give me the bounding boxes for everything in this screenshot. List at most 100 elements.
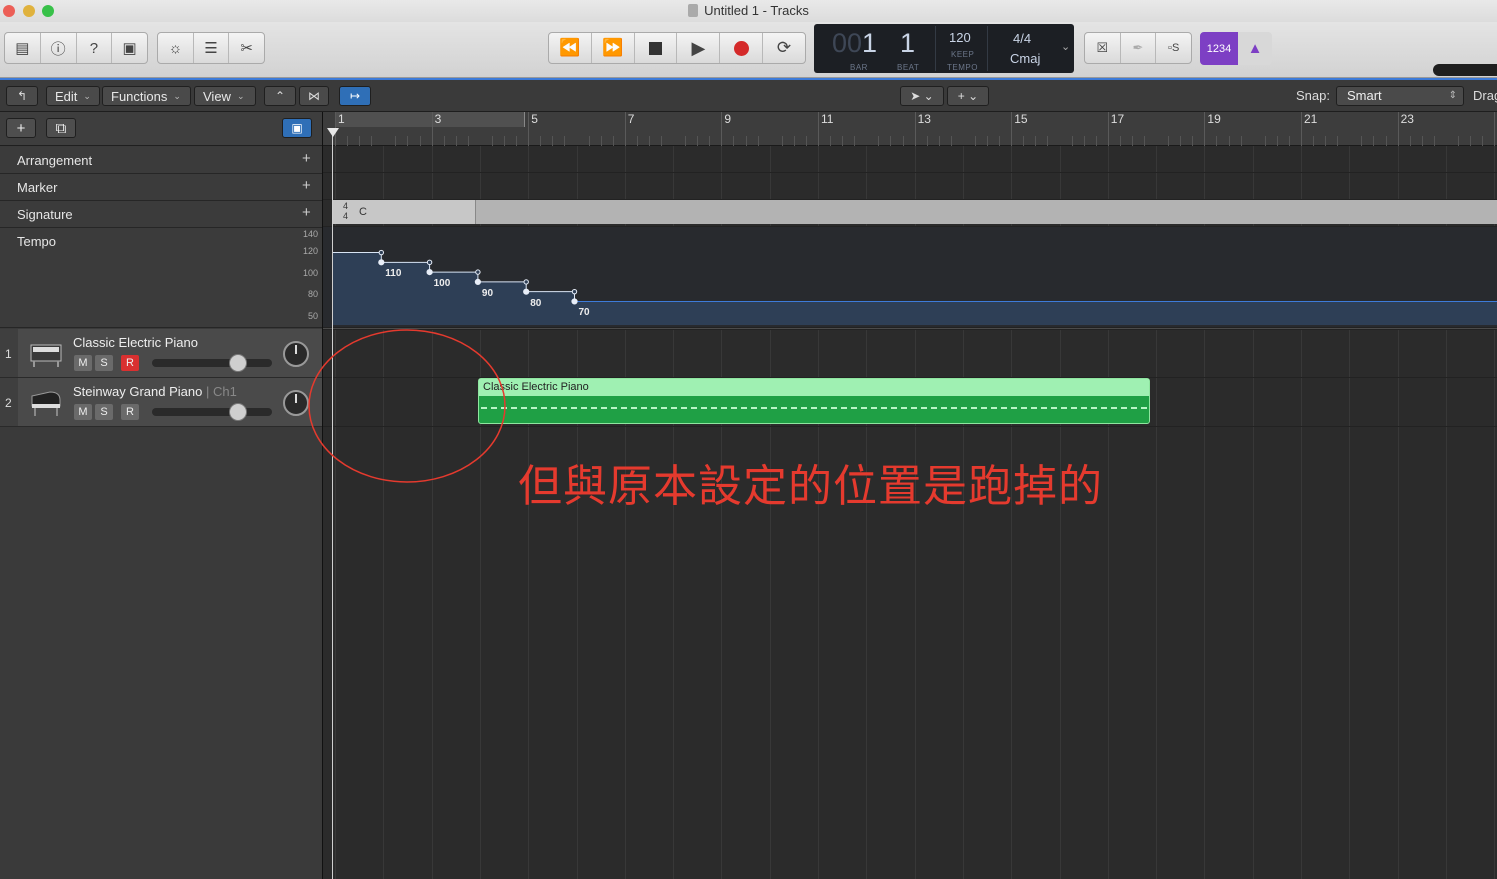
ruler-beat-tick bbox=[1131, 136, 1133, 146]
ruler-beat-tick bbox=[600, 136, 602, 146]
global-track-marker[interactable]: Marker + bbox=[0, 174, 322, 201]
ruler-bar-tick bbox=[1301, 112, 1302, 146]
ruler-beat-tick bbox=[781, 136, 783, 146]
tempo-node[interactable] bbox=[571, 288, 578, 295]
signature-bar[interactable]: 44 C bbox=[333, 200, 1497, 224]
fast-forward-icon[interactable]: ⏩ bbox=[592, 33, 635, 63]
record-enable-button[interactable]: R bbox=[121, 404, 139, 420]
flex-icon[interactable]: ⋈ bbox=[299, 86, 329, 106]
global-track-arrangement[interactable]: Arrangement + bbox=[0, 147, 322, 174]
smart-controls-icon[interactable]: ☼ bbox=[158, 33, 194, 63]
mute-button[interactable]: M bbox=[74, 355, 92, 371]
scissors-icon[interactable]: ✂ bbox=[229, 33, 264, 63]
global-tracks-button[interactable]: ▣ bbox=[282, 118, 312, 138]
ruler-beat-tick bbox=[516, 136, 518, 146]
inbox-icon[interactable]: ▣ bbox=[112, 33, 147, 63]
tracks-toolbar: ↰ Edit ⌄ Functions ⌄ View ⌄ ⌃ ⋈ ↦ ➤ ⌄ + ⌄ S… bbox=[0, 80, 1497, 112]
playhead[interactable] bbox=[332, 130, 333, 879]
mixer-icon[interactable]: ☰ bbox=[194, 33, 230, 63]
tempo-node[interactable] bbox=[523, 279, 529, 285]
solo-icon[interactable]: ▫S bbox=[1156, 33, 1191, 63]
ruler-beat-tick bbox=[407, 136, 409, 146]
count-in-metronome-group: 1234 ▲ bbox=[1200, 32, 1272, 65]
tempo-node[interactable] bbox=[523, 288, 530, 295]
lcd-dropdown-icon[interactable]: ⌄ bbox=[1061, 40, 1070, 53]
pencil-tool-icon[interactable]: + ⌄ bbox=[947, 86, 989, 106]
record-icon[interactable] bbox=[720, 33, 764, 63]
global-track-tempo[interactable]: Tempo 140 120 100 80 50 bbox=[0, 228, 322, 328]
rewind-icon[interactable]: ⏪ bbox=[549, 33, 592, 63]
tempo-node[interactable] bbox=[426, 269, 433, 276]
help-icon[interactable]: ? bbox=[77, 33, 113, 63]
catch-playhead-icon[interactable]: ↦ bbox=[339, 86, 371, 106]
track-header-2[interactable]: 2 Steinway Grand Piano | Ch1 M S R bbox=[0, 378, 322, 427]
mute-button[interactable]: M bbox=[74, 404, 92, 420]
cycle-icon[interactable]: ⟳ bbox=[763, 33, 805, 63]
play-icon[interactable]: ▶ bbox=[677, 33, 721, 63]
ruler-beat-tick bbox=[1119, 136, 1121, 146]
count-in-button[interactable]: 1234 bbox=[1200, 32, 1238, 65]
volume-slider[interactable] bbox=[152, 354, 272, 372]
ruler-bar-label: 23 bbox=[1400, 112, 1414, 126]
metronome-icon[interactable]: ▲ bbox=[1238, 32, 1272, 65]
tempo-node[interactable] bbox=[571, 298, 578, 305]
midi-region[interactable]: Classic Electric Piano bbox=[478, 378, 1150, 424]
info-icon[interactable]: ⓘ bbox=[41, 33, 77, 63]
ruler-beat-tick bbox=[467, 136, 469, 146]
electric-piano-icon bbox=[28, 337, 64, 369]
ruler-beat-tick bbox=[1023, 136, 1025, 146]
edit-menu[interactable]: Edit ⌄ bbox=[46, 86, 100, 106]
bar-ruler[interactable]: 135791113151719212325 bbox=[323, 112, 1497, 146]
automation-icon[interactable]: ⌃ bbox=[264, 86, 296, 106]
stop-icon[interactable] bbox=[635, 33, 678, 63]
tempo-value-label: 80 bbox=[530, 297, 542, 309]
tempo-curve[interactable] bbox=[333, 227, 1497, 325]
lcd-display[interactable]: 001 1 BAR BEAT 120 KEEP TEMPO 4/4 Cmaj ⌄ bbox=[814, 24, 1074, 73]
add-icon[interactable]: + bbox=[302, 177, 311, 194]
track-name[interactable]: Classic Electric Piano bbox=[73, 335, 198, 350]
master-volume-slider[interactable] bbox=[1433, 64, 1497, 76]
global-track-label: Marker bbox=[17, 180, 58, 195]
pointer-tool-icon[interactable]: ➤ ⌄ bbox=[900, 86, 944, 106]
volume-knob[interactable] bbox=[229, 354, 247, 372]
snap-select[interactable]: Smart ⇕ bbox=[1336, 86, 1464, 106]
ruler-bar-label: 19 bbox=[1207, 112, 1221, 126]
tuner-icon[interactable]: ✒ bbox=[1121, 33, 1157, 63]
ruler-beat-tick bbox=[1385, 136, 1387, 146]
view-menu[interactable]: View ⌄ bbox=[194, 86, 256, 106]
library-icon[interactable]: ▤ bbox=[5, 33, 41, 63]
functions-menu[interactable]: Functions ⌄ bbox=[102, 86, 191, 106]
cycle-region[interactable] bbox=[335, 112, 525, 127]
solo-button[interactable]: S bbox=[95, 355, 113, 371]
list-editors-icon[interactable]: ☒ bbox=[1085, 33, 1121, 63]
arrangement-lane[interactable] bbox=[323, 146, 1497, 173]
lcd-beat: 1 bbox=[900, 28, 916, 58]
add-icon[interactable]: + bbox=[302, 204, 311, 221]
track-header-1[interactable]: 1 Classic Electric Piano M S R bbox=[0, 329, 322, 378]
marker-lane[interactable] bbox=[323, 173, 1497, 200]
ruler-beat-tick bbox=[648, 136, 650, 146]
track-name[interactable]: Steinway Grand Piano | Ch1 bbox=[73, 384, 237, 399]
volume-slider[interactable] bbox=[152, 403, 272, 421]
pan-knob[interactable] bbox=[283, 390, 309, 416]
ruler-beat-tick bbox=[878, 136, 880, 146]
signature-segment[interactable]: 44 C bbox=[333, 200, 476, 224]
playhead-handle[interactable] bbox=[327, 128, 339, 137]
add-icon[interactable]: + bbox=[302, 150, 311, 167]
duplicate-track-button[interactable]: ⧉ bbox=[46, 118, 76, 138]
pan-knob[interactable] bbox=[283, 341, 309, 367]
tempo-node[interactable] bbox=[474, 278, 481, 285]
global-track-signature[interactable]: Signature + bbox=[0, 201, 322, 228]
tempo-node[interactable] bbox=[378, 249, 384, 256]
add-track-button[interactable]: + bbox=[6, 118, 36, 138]
lcd-separator bbox=[935, 26, 936, 71]
back-icon[interactable]: ↰ bbox=[6, 86, 38, 106]
tempo-node[interactable] bbox=[378, 259, 385, 266]
solo-button[interactable]: S bbox=[95, 404, 113, 420]
ruler-bar-label: 15 bbox=[1014, 112, 1028, 126]
title-bar: Untitled 1 - Tracks bbox=[0, 0, 1497, 22]
volume-knob[interactable] bbox=[229, 403, 247, 421]
tempo-node[interactable] bbox=[475, 269, 481, 275]
tempo-node[interactable] bbox=[426, 259, 433, 266]
record-enable-button[interactable]: R bbox=[121, 355, 139, 371]
